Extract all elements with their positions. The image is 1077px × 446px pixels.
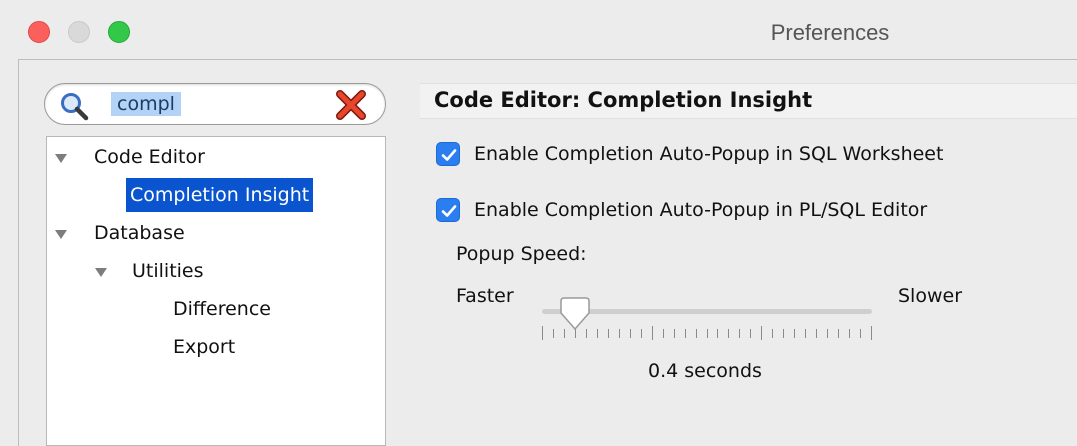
search-input[interactable]: compl <box>111 92 181 116</box>
slider-tick <box>717 329 718 338</box>
slider-tick <box>739 329 740 338</box>
tree-item-difference[interactable]: Difference <box>173 292 271 326</box>
title-divider <box>18 59 1077 60</box>
expand-triangle-icon[interactable] <box>55 154 67 163</box>
slider-tick <box>674 329 675 338</box>
slider-tick <box>707 329 708 338</box>
slider-tick <box>641 329 642 338</box>
checkmark-icon <box>441 149 457 161</box>
popup-speed-slider-thumb[interactable] <box>558 297 592 331</box>
slider-tick <box>652 326 653 340</box>
plsql-editor-autopopup-checkbox[interactable] <box>436 198 460 222</box>
slider-tick <box>630 329 631 338</box>
panel-header: Code Editor: Completion Insight <box>420 83 1077 119</box>
tree-item-utilities[interactable]: Utilities <box>132 254 204 288</box>
slider-tick <box>816 329 817 338</box>
window-title: Preferences <box>770 20 890 45</box>
slider-tick <box>597 329 598 338</box>
plsql-editor-autopopup-label[interactable]: Enable Completion Auto-Popup in PL/SQL E… <box>474 199 927 221</box>
clear-search-icon[interactable] <box>335 90 367 120</box>
slider-max-label: Slower <box>898 285 963 307</box>
slider-tick <box>696 329 697 338</box>
sql-worksheet-autopopup-checkbox[interactable] <box>436 142 460 166</box>
slider-tick <box>542 326 543 340</box>
slider-tick <box>553 329 554 338</box>
tree-item-code-editor[interactable]: Code Editor <box>94 140 205 174</box>
slider-tick <box>838 329 839 338</box>
slider-tick <box>827 329 828 338</box>
slider-tick <box>750 329 751 338</box>
popup-speed-label: Popup Speed: <box>456 243 587 265</box>
tree-item-database[interactable]: Database <box>94 216 185 250</box>
slider-tick <box>761 326 762 340</box>
preferences-tree: Code Editor Completion Insight Database … <box>46 136 386 446</box>
slider-tick <box>805 329 806 338</box>
slider-tick <box>619 329 620 338</box>
minimize-window-button[interactable] <box>68 21 90 43</box>
slider-tick <box>794 329 795 338</box>
slider-tick <box>685 329 686 338</box>
sql-worksheet-autopopup-label[interactable]: Enable Completion Auto-Popup in SQL Work… <box>474 143 943 165</box>
tree-item-export[interactable]: Export <box>173 330 235 364</box>
title-bar: Preferences <box>0 0 1077 60</box>
maximize-window-button[interactable] <box>108 21 130 43</box>
slider-tick <box>860 329 861 338</box>
close-window-button[interactable] <box>28 21 50 43</box>
preferences-window: Preferences compl Code Editor Completion… <box>0 0 1077 446</box>
slider-tick <box>849 329 850 338</box>
expand-triangle-icon[interactable] <box>95 268 107 277</box>
slider-tick <box>608 329 609 338</box>
expand-triangle-icon[interactable] <box>55 230 67 239</box>
slider-tick <box>663 329 664 338</box>
popup-speed-value: 0.4 seconds <box>648 360 762 382</box>
search-field[interactable]: compl <box>44 83 386 125</box>
slider-tick <box>783 329 784 338</box>
tree-item-completion-insight[interactable]: Completion Insight <box>126 178 314 212</box>
page-title: Code Editor: Completion Insight <box>434 88 813 112</box>
content-left-border <box>18 60 19 446</box>
search-icon <box>61 93 89 121</box>
slider-tick <box>772 329 773 338</box>
checkmark-icon <box>441 205 457 217</box>
slider-min-label: Faster <box>456 285 514 307</box>
slider-tick <box>728 329 729 338</box>
slider-tick <box>871 326 872 340</box>
